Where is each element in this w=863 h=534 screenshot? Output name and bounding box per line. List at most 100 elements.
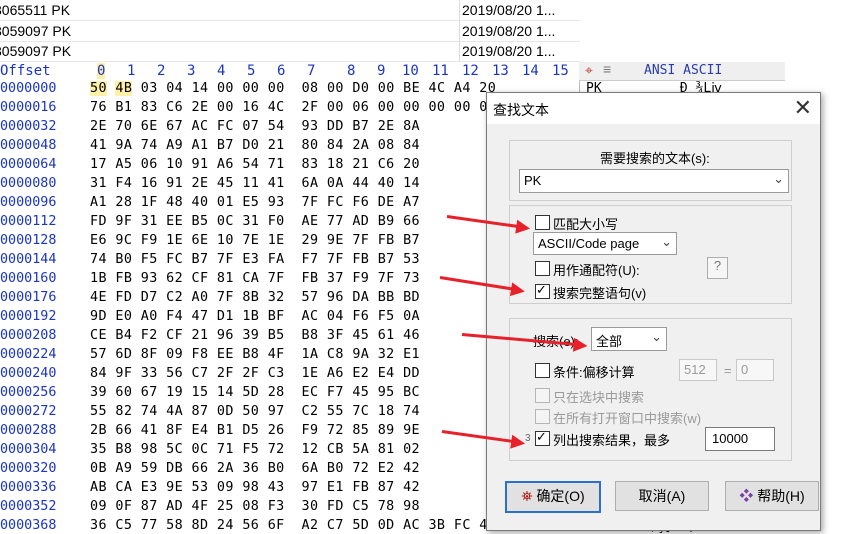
offset-condition-checkbox[interactable]	[535, 363, 550, 378]
row-address: 0000128	[0, 233, 57, 248]
row-address: 0000112	[0, 214, 57, 229]
dialog-titlebar: 查找文本 ✕	[487, 93, 820, 124]
help-button[interactable]: ❖ 帮助(H)	[725, 481, 819, 511]
result-row[interactable]: 3065511 PK 2019/08/20 1...	[0, 0, 580, 21]
column-header: 12	[462, 63, 479, 79]
row-address: 0000352	[0, 499, 57, 514]
match-case-label: 匹配大小写	[553, 217, 619, 232]
column-divider	[459, 21, 460, 41]
row-bytes[interactable]: CE B4 F2 CF 21 96 39 B5 B8 3F 45 61 46	[90, 328, 420, 343]
column-header: 1	[127, 63, 136, 79]
row-bytes[interactable]: 84 9F 33 56 C7 2F 2F C3 1E A6 E2 E4 DD	[90, 366, 420, 381]
row-bytes[interactable]: AB CA E3 9E 53 09 98 43 97 E1 FB 87 42	[90, 480, 420, 495]
row-bytes[interactable]: 76 B1 83 C6 2E 00 16 4C 2F 00 06 00 00 0…	[90, 100, 496, 115]
row-bytes[interactable]: 2E 70 6E 67 AC FC 07 54 93 DD B7 2E 8A	[90, 119, 420, 134]
row-bytes[interactable]: 50 4B 03 04 14 00 00 00 08 00 D0 00 BE 4…	[90, 81, 496, 96]
row-address: 0000336	[0, 480, 57, 495]
row-bytes[interactable]: 74 B0 F5 FC B7 7F E3 FA F7 7F FB B7 53	[90, 252, 420, 267]
column-header: 10	[402, 63, 419, 79]
row-bytes[interactable]: 41 9A 74 A9 A1 B7 D0 21 80 84 2A 08 84	[90, 138, 420, 153]
search-text-value: PK	[524, 173, 542, 188]
column-header: 9	[377, 63, 386, 79]
match-case-checkbox[interactable]	[535, 215, 550, 230]
row-address: 0000176	[0, 290, 57, 305]
row-bytes[interactable]: 2B 66 41 8F E4 B1 D5 26 F9 72 85 89 9E	[90, 423, 420, 438]
column-header: 2	[157, 63, 166, 79]
row-bytes[interactable]: 9D E0 A0 F4 47 D1 1B BF AC 04 F6 F5 0A	[90, 309, 420, 324]
row-bytes[interactable]: 4E FD D7 C2 A0 7F 8B 32 57 96 DA BB BD	[90, 290, 420, 305]
selection-only-label: 只在选块中搜索	[553, 390, 645, 405]
row-address: 0000080	[0, 176, 57, 191]
result-date: 2019/08/20 1...	[462, 2, 556, 18]
row-address: 0000144	[0, 252, 57, 267]
wildcard-label: 用作通配符(U):	[553, 263, 640, 278]
column-divider	[459, 41, 460, 61]
encoding-select[interactable]: ASCII/Code page ⌄	[533, 232, 677, 255]
row-address: 0000320	[0, 461, 57, 476]
search-direction-select[interactable]: 全部 ⌄	[591, 327, 667, 351]
row-bytes[interactable]: A1 28 1F 48 40 01 E5 93 7F FC F6 DE A7	[90, 195, 420, 210]
row-address: 0000272	[0, 404, 57, 419]
offset-condition-label: 条件:偏移计算	[553, 365, 635, 380]
list-icon[interactable]: ≡	[603, 61, 611, 77]
row-bytes[interactable]: 35 B8 98 5C 0C 71 F5 72 12 CB 5A 81 02	[90, 442, 420, 457]
wildcard-checkbox[interactable]	[535, 261, 550, 276]
ansi-ascii-label: ANSI ASCII	[644, 63, 723, 78]
chevron-down-icon[interactable]: ⌄	[661, 234, 672, 250]
offset-header: Offset	[0, 63, 51, 79]
row-bytes[interactable]: 1B FB 93 62 CF 81 CA 7F FB 37 F9 7F 73	[90, 271, 420, 286]
row-bytes[interactable]: FD 9F 31 EE B5 0C 31 F0 AE 77 AD B9 66	[90, 214, 420, 229]
crosshair-icon[interactable]: ⌖	[585, 62, 593, 79]
column-header: 14	[522, 63, 539, 79]
dialog-title: 查找文本	[493, 102, 549, 118]
row-address: 0000240	[0, 366, 57, 381]
result-name: 3059097 PK	[0, 23, 72, 39]
row-address: 0000032	[0, 119, 57, 134]
cancel-button[interactable]: 取消(A)	[615, 481, 709, 511]
row-address: 0000016	[0, 100, 57, 115]
ok-button[interactable]: ⛯ 确定(O)	[505, 481, 601, 513]
row-address: 0000064	[0, 157, 57, 172]
row-bytes[interactable]: 39 60 67 19 15 14 5D 28 EC F7 45 95 BC	[90, 385, 420, 400]
row-bytes[interactable]: 57 6D 8F 09 F8 EE B8 4F 1A C8 9A 32 E1	[90, 347, 420, 362]
search-text-input[interactable]: PK ⌄	[519, 169, 789, 193]
row-bytes[interactable]: 55 82 74 4A 87 0D 50 97 C2 55 7C 18 74	[90, 404, 420, 419]
row-bytes[interactable]: 09 0F 87 AD 4F 25 08 F3 30 FD C5 78 98	[90, 499, 420, 514]
offset-modulo-input[interactable]: 512	[679, 359, 717, 381]
row-address: 0000304	[0, 442, 57, 457]
result-row[interactable]: 3059097 PK 2019/08/20 1...	[0, 41, 580, 62]
list-results-checkbox[interactable]	[535, 429, 550, 446]
selection-only-checkbox[interactable]	[535, 388, 550, 403]
offset-remainder-input[interactable]: 0	[736, 359, 774, 381]
column-header: 0	[97, 63, 106, 79]
row-address: 0000192	[0, 309, 57, 324]
column-header: 13	[492, 63, 509, 79]
row-bytes[interactable]: 31 F4 16 91 2E 45 11 41 6A 0A 44 40 14	[90, 176, 420, 191]
max-results-input[interactable]: 10000	[705, 427, 775, 451]
all-windows-checkbox[interactable]	[535, 409, 550, 424]
whole-words-checkbox[interactable]	[535, 282, 550, 299]
chevron-down-icon[interactable]: ⌄	[773, 171, 784, 187]
row-address: 0000288	[0, 423, 57, 438]
row-address: 0000048	[0, 138, 57, 153]
find-text-dialog: 查找文本 ✕ 需要搜索的文本(s): PK ⌄ 匹配大小写 ASCII/Code…	[486, 92, 821, 531]
equals-sign: =	[724, 363, 732, 378]
result-row[interactable]: 3059097 PK 2019/08/20 1...	[0, 21, 580, 42]
column-header: 8	[347, 63, 356, 79]
column-header: 4	[217, 63, 226, 79]
binoculars-icon: ⛯	[521, 488, 533, 504]
wildcard-char-field[interactable]: ?	[707, 257, 728, 279]
result-date: 2019/08/20 1...	[462, 43, 556, 59]
column-header: 11	[432, 63, 449, 79]
row-bytes[interactable]: E6 9C F9 1E 6E 10 7E 1E 29 9E 7F FB B7	[90, 233, 420, 248]
result-name: 3065511 PK	[0, 2, 71, 18]
result-date: 2019/08/20 1...	[462, 23, 556, 39]
chevron-down-icon[interactable]: ⌄	[651, 329, 662, 345]
column-header: 6	[277, 63, 286, 79]
row-bytes[interactable]: 0B A9 59 DB 66 2A 36 B0 6A B0 72 E2 42	[90, 461, 420, 476]
row-address: 0000208	[0, 328, 57, 343]
close-icon[interactable]: ✕	[794, 95, 812, 121]
row-bytes[interactable]: 17 A5 06 10 91 A6 54 71 83 18 21 C6 20	[90, 157, 420, 172]
row-address: 0000224	[0, 347, 57, 362]
list-results-label: 列出搜索结果，最多	[553, 433, 671, 448]
